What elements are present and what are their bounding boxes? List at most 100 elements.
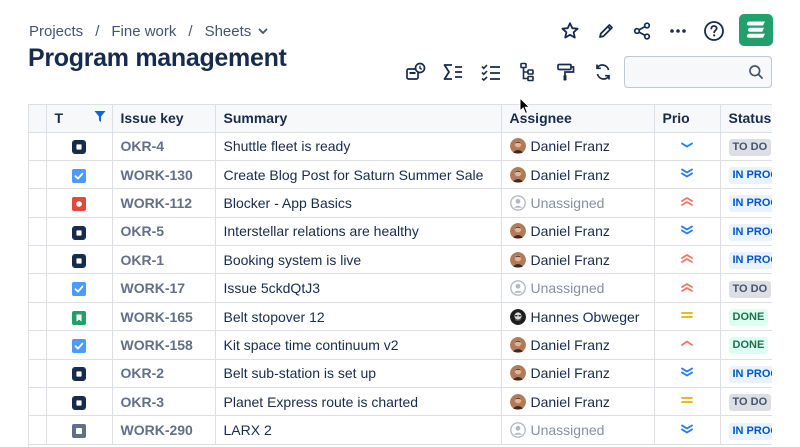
- filter-icon[interactable]: [94, 110, 106, 126]
- issue-type-cell[interactable]: [46, 132, 113, 161]
- table-row[interactable]: OKR-5 Interstellar relations are healthy D…: [29, 217, 772, 247]
- issue-type-cell[interactable]: [46, 245, 113, 275]
- priority-cell[interactable]: [654, 273, 721, 303]
- summary-cell[interactable]: Interstellar relations are healthy: [215, 217, 502, 247]
- row-gutter[interactable]: [29, 188, 47, 218]
- table-row[interactable]: WORK-17 Issue 5ckdQtJ3 Unassigned TO DO: [29, 273, 772, 303]
- column-header-summary[interactable]: Summary: [215, 105, 502, 133]
- summary-cell[interactable]: LARX 2: [215, 415, 502, 445]
- summary-cell[interactable]: Blocker - App Basics: [215, 188, 502, 218]
- assignee-cell[interactable]: Unassigned: [501, 273, 655, 303]
- row-gutter[interactable]: [29, 217, 47, 247]
- status-cell[interactable]: IN PROG: [720, 415, 772, 445]
- status-cell[interactable]: IN PROG: [720, 359, 772, 389]
- column-header-type[interactable]: T: [46, 105, 113, 133]
- group-by-icon[interactable]: [397, 56, 435, 88]
- issue-key-link[interactable]: OKR-2: [121, 365, 165, 381]
- row-gutter[interactable]: [29, 330, 47, 360]
- issue-type-cell[interactable]: [46, 160, 113, 190]
- star-icon[interactable]: [552, 14, 588, 48]
- app-logo[interactable]: [739, 14, 773, 46]
- assignee-cell[interactable]: Daniel Franz: [501, 387, 655, 417]
- priority-cell[interactable]: [654, 217, 721, 247]
- issue-type-cell[interactable]: [46, 359, 113, 389]
- column-header-issue-key[interactable]: Issue key: [112, 105, 216, 133]
- summary-cell[interactable]: Belt sub-station is set up: [215, 359, 502, 389]
- table-row[interactable]: WORK-158 Kit space time continuum v2 Danie…: [29, 330, 772, 360]
- checklist-icon[interactable]: [472, 56, 510, 88]
- issue-type-cell[interactable]: [46, 273, 113, 303]
- assignee-cell[interactable]: Unassigned: [501, 188, 655, 218]
- summary-cell[interactable]: Create Blog Post for Saturn Summer Sale: [215, 160, 502, 190]
- assignee-cell[interactable]: Daniel Franz: [501, 217, 655, 247]
- assignee-cell[interactable]: Daniel Franz: [501, 245, 655, 275]
- table-row[interactable]: WORK-130 Create Blog Post for Saturn Summ…: [29, 160, 772, 190]
- issue-key-link[interactable]: OKR-3: [121, 394, 165, 410]
- issue-type-cell[interactable]: [46, 302, 113, 332]
- assignee-cell[interactable]: Daniel Franz: [501, 359, 655, 389]
- status-cell[interactable]: IN PROG: [720, 217, 772, 247]
- priority-cell[interactable]: [654, 188, 721, 218]
- priority-cell[interactable]: [654, 160, 721, 190]
- hierarchy-icon[interactable]: [510, 56, 548, 88]
- breadcrumb-projects[interactable]: Projects: [29, 23, 83, 40]
- status-cell[interactable]: IN PROG: [720, 188, 772, 218]
- table-row[interactable]: OKR-1 Booking system is live Daniel Franz I…: [29, 245, 772, 275]
- table-row[interactable]: OKR-2 Belt sub-station is set up Daniel Fr…: [29, 359, 772, 389]
- row-gutter[interactable]: [29, 415, 47, 445]
- more-options-icon[interactable]: [660, 14, 696, 48]
- assignee-cell[interactable]: Hannes Obweger: [501, 302, 655, 332]
- status-cell[interactable]: TO DO: [720, 387, 772, 417]
- assignee-cell[interactable]: Daniel Franz: [501, 330, 655, 360]
- format-paint-icon[interactable]: [547, 56, 585, 88]
- issue-key-link[interactable]: WORK-130: [121, 167, 193, 183]
- summary-cell[interactable]: Planet Express route is charted: [215, 387, 502, 417]
- summary-cell[interactable]: Issue 5ckdQtJ3: [215, 273, 502, 303]
- table-row[interactable]: WORK-290 LARX 2 Unassigned IN PROG: [29, 415, 772, 445]
- status-cell[interactable]: DONE: [720, 302, 772, 332]
- issue-key-link[interactable]: OKR-4: [121, 138, 165, 154]
- summary-cell[interactable]: Kit space time continuum v2: [215, 330, 502, 360]
- issue-key-link[interactable]: OKR-5: [121, 223, 165, 239]
- edit-pencil-icon[interactable]: [588, 14, 624, 48]
- status-cell[interactable]: IN PROG: [720, 245, 772, 275]
- row-gutter[interactable]: [29, 273, 47, 303]
- issue-key-link[interactable]: WORK-17: [121, 280, 186, 296]
- row-gutter[interactable]: [29, 359, 47, 389]
- status-cell[interactable]: DONE: [720, 330, 772, 360]
- assignee-cell[interactable]: Daniel Franz: [501, 160, 655, 190]
- table-row[interactable]: WORK-165 Belt stopover 12 Hannes Obweger DO…: [29, 302, 772, 332]
- assignee-cell[interactable]: Daniel Franz: [501, 132, 655, 161]
- status-cell[interactable]: TO DO: [720, 273, 772, 303]
- priority-cell[interactable]: [654, 415, 721, 445]
- issue-type-cell[interactable]: [46, 217, 113, 247]
- row-gutter[interactable]: [29, 160, 47, 190]
- column-header-prio[interactable]: Prio: [654, 105, 721, 133]
- row-gutter[interactable]: [29, 132, 47, 161]
- issue-key-link[interactable]: WORK-290: [121, 422, 193, 438]
- status-cell[interactable]: IN PROG: [720, 160, 772, 190]
- priority-cell[interactable]: [654, 387, 721, 417]
- issue-type-cell[interactable]: [46, 387, 113, 417]
- issue-type-cell[interactable]: [46, 188, 113, 218]
- priority-cell[interactable]: [654, 330, 721, 360]
- row-gutter[interactable]: [29, 245, 47, 275]
- issue-key-link[interactable]: WORK-158: [121, 337, 193, 353]
- row-gutter[interactable]: [29, 387, 47, 417]
- priority-cell[interactable]: [654, 302, 721, 332]
- search-input[interactable]: [625, 57, 743, 87]
- priority-cell[interactable]: [654, 245, 721, 275]
- row-gutter[interactable]: [29, 302, 47, 332]
- summary-cell[interactable]: Belt stopover 12: [215, 302, 502, 332]
- issue-key-link[interactable]: WORK-165: [121, 309, 193, 325]
- column-header-status[interactable]: Status: [720, 105, 772, 133]
- breadcrumb-sheets[interactable]: Sheets: [205, 23, 252, 40]
- chevron-down-icon[interactable]: [257, 25, 269, 37]
- issue-key-link[interactable]: WORK-112: [121, 195, 193, 211]
- table-row[interactable]: OKR-4 Shuttle fleet is ready Daniel Franz T…: [29, 132, 772, 161]
- summary-cell[interactable]: Booking system is live: [215, 245, 502, 275]
- breadcrumb-fine-work[interactable]: Fine work: [111, 23, 176, 40]
- issue-key-link[interactable]: OKR-1: [121, 252, 165, 268]
- refresh-icon[interactable]: [585, 56, 623, 88]
- issue-type-cell[interactable]: [46, 330, 113, 360]
